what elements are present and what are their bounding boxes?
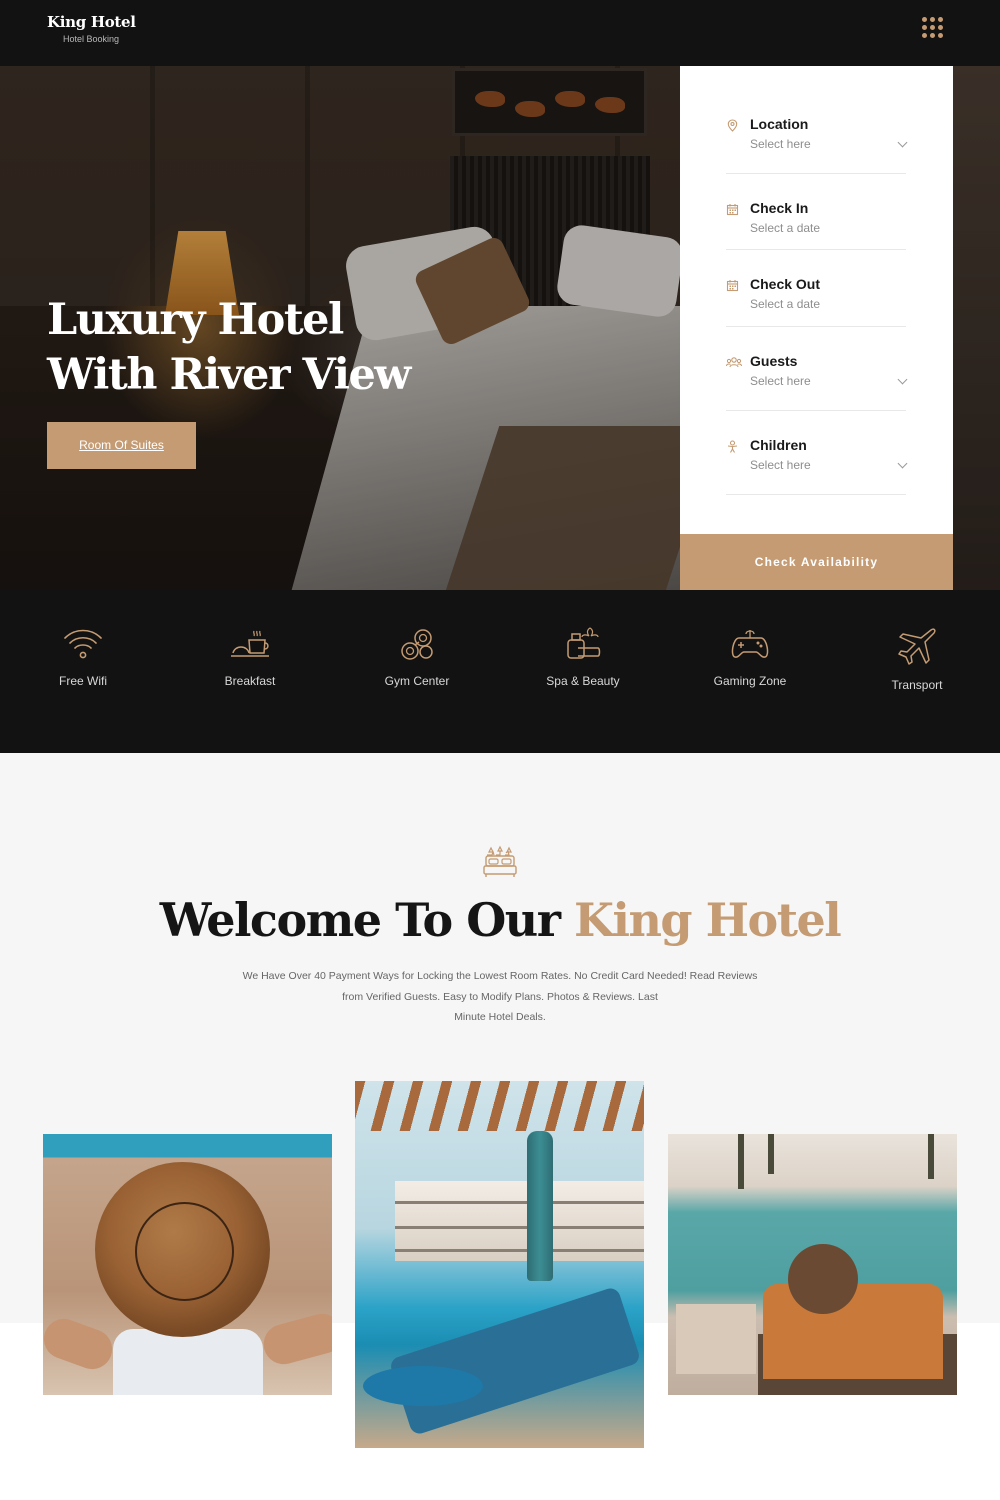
grid-menu-icon[interactable]: [922, 17, 944, 39]
photo-detail: [763, 1284, 943, 1379]
breakfast-icon: [231, 630, 269, 657]
guests-select[interactable]: Guests Select here: [726, 353, 908, 411]
amenity-gym-center[interactable]: Gym Center: [357, 626, 477, 688]
children-label: Children: [750, 437, 807, 453]
check-out-field[interactable]: Check Out Select a date: [726, 276, 906, 327]
gallery-photo-pool-terrace[interactable]: [355, 1081, 644, 1448]
photo-detail: [259, 1309, 332, 1369]
brand-tagline: Hotel Booking: [63, 34, 120, 44]
amenity-label: Gaming Zone: [713, 674, 787, 688]
chevron-down-icon: [897, 374, 908, 385]
top-header: King Hotel Hotel Booking: [0, 0, 1000, 66]
gallery-photo-straw-hat[interactable]: [43, 1134, 332, 1395]
location-value: Select here: [750, 137, 811, 151]
photo-detail: [738, 1134, 744, 1189]
amenity-label: Free Wifi: [59, 674, 107, 688]
check-in-value: Select a date: [750, 221, 821, 235]
amenity-gaming-zone[interactable]: Gaming Zone: [690, 626, 810, 688]
gamepad-icon: [731, 630, 769, 658]
photo-detail: [95, 1162, 270, 1337]
check-in-label: Check In: [750, 200, 809, 216]
check-out-value: Select a date: [750, 297, 821, 311]
amenity-spa-beauty[interactable]: Spa & Beauty: [523, 626, 643, 688]
check-out-label: Check Out: [750, 276, 821, 292]
chevron-down-icon: [897, 137, 908, 148]
users-icon: [726, 357, 742, 368]
airplane-icon: [898, 628, 936, 665]
photo-detail: [395, 1181, 644, 1261]
wifi-icon: [64, 629, 102, 659]
amenity-transport[interactable]: Transport: [857, 626, 977, 692]
booking-form: Location Select here Check In Select a d…: [680, 66, 953, 590]
photo-detail: [768, 1134, 774, 1174]
location-label: Location: [750, 116, 809, 132]
calendar-icon: [726, 204, 739, 216]
chevron-down-icon: [897, 458, 908, 469]
amenity-label: Transport: [891, 678, 943, 692]
amenity-label: Breakfast: [224, 674, 276, 688]
dumbbell-icon: [401, 629, 433, 660]
hero-title-line2: With River View: [47, 350, 411, 400]
photo-detail: [527, 1131, 553, 1281]
photo-detail: [676, 1304, 756, 1374]
check-in-field[interactable]: Check In Select a date: [726, 200, 906, 250]
welcome-title-accent: King Hotel: [574, 893, 842, 947]
photo-detail: [788, 1244, 858, 1314]
gallery-photo-poolside-lounge[interactable]: [668, 1134, 957, 1395]
guests-label: Guests: [750, 353, 798, 369]
spa-icon: [567, 627, 601, 659]
calendar-icon: [726, 280, 739, 292]
photo-detail: [43, 1313, 118, 1375]
children-value: Select here: [750, 458, 811, 472]
welcome-title-main: Welcome To Our: [159, 893, 561, 947]
child-icon: [727, 440, 738, 453]
welcome-text-line1: We Have Over 40 Payment Ways for Locking…: [242, 970, 758, 982]
amenity-free-wifi[interactable]: Free Wifi: [23, 626, 143, 688]
welcome-title: Welcome To Our King Hotel: [0, 893, 1000, 947]
photo-detail: [355, 1081, 644, 1131]
map-pin-icon: [727, 119, 738, 132]
room-of-suites-button[interactable]: Room Of Suites: [47, 422, 196, 469]
welcome-description: We Have Over 40 Payment Ways for Locking…: [230, 966, 770, 1028]
amenity-breakfast[interactable]: Breakfast: [190, 626, 310, 688]
welcome-text-line2: from Verified Guests. Easy to Modify Pla…: [342, 990, 658, 1003]
brand-name: King Hotel: [47, 13, 136, 31]
amenity-label: Spa & Beauty: [546, 674, 620, 688]
brand-logo[interactable]: King Hotel Hotel Booking: [47, 13, 136, 44]
photo-detail: [388, 1285, 642, 1437]
photo-detail: [363, 1366, 483, 1406]
amenities-bar: Free Wifi Breakfast Gym Center Spa & Bea…: [0, 590, 1000, 753]
hero-title: Luxury Hotel With River View: [47, 293, 467, 403]
hotel-bed-icon: [483, 845, 517, 877]
photo-detail: [928, 1134, 934, 1179]
check-availability-button[interactable]: Check Availability: [680, 534, 953, 590]
location-select[interactable]: Location Select here: [726, 116, 908, 174]
welcome-text-line3: Minute Hotel Deals.: [454, 1011, 546, 1023]
amenity-label: Gym Center: [384, 674, 450, 688]
hero-title-line1: Luxury Hotel: [47, 295, 344, 345]
photo-detail: [113, 1329, 263, 1395]
guests-value: Select here: [750, 374, 811, 388]
children-select[interactable]: Children Select here: [726, 437, 908, 495]
